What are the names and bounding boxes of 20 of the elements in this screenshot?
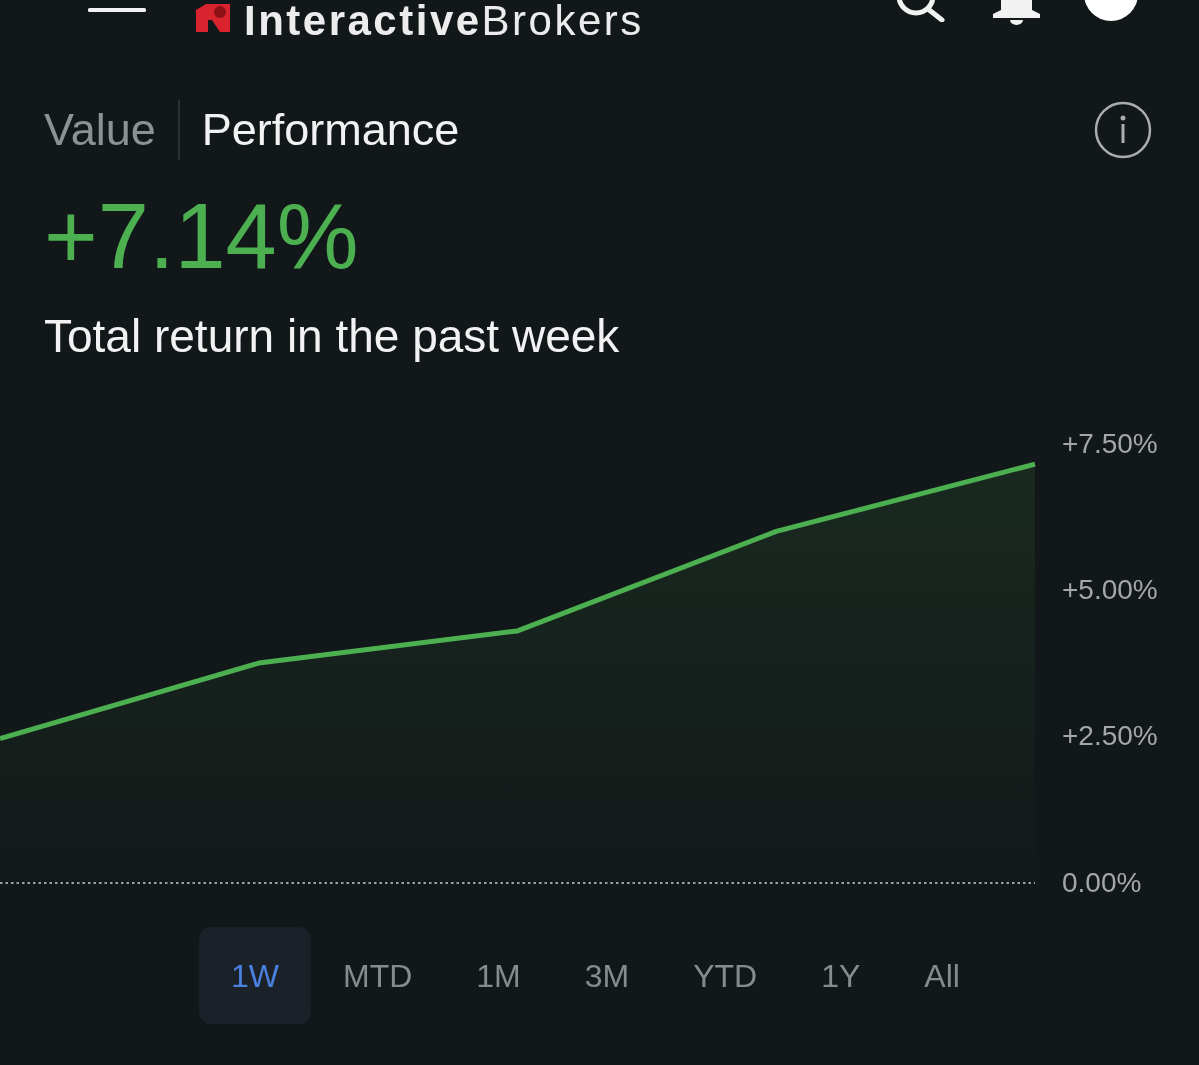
y-axis-label: +7.50% bbox=[1062, 427, 1158, 459]
profile-avatar-icon[interactable] bbox=[1084, 0, 1138, 21]
info-icon[interactable] bbox=[1094, 101, 1152, 159]
y-axis-label: +2.50% bbox=[1062, 720, 1158, 752]
y-axis-label: +5.00% bbox=[1062, 573, 1158, 605]
period-button[interactable]: 1Y bbox=[789, 927, 893, 1024]
logo-icon bbox=[196, 4, 230, 32]
search-icon[interactable] bbox=[894, 0, 946, 22]
period-button[interactable]: 1M bbox=[444, 927, 553, 1024]
bell-icon[interactable] bbox=[992, 0, 1041, 25]
period-button[interactable]: YTD bbox=[661, 927, 790, 1024]
period-button[interactable]: MTD bbox=[311, 927, 445, 1024]
period-button[interactable]: 3M bbox=[552, 927, 662, 1024]
period-button[interactable]: All bbox=[892, 927, 992, 1024]
view-tab[interactable]: Value bbox=[44, 100, 156, 160]
view-tab[interactable]: Performance bbox=[201, 100, 460, 160]
y-axis-label: 0.00% bbox=[1062, 866, 1142, 898]
return-percentage: +7.14% bbox=[44, 190, 359, 282]
logo-text: InteractiveBrokers bbox=[244, 0, 644, 42]
period-button[interactable]: 1W bbox=[199, 927, 311, 1024]
